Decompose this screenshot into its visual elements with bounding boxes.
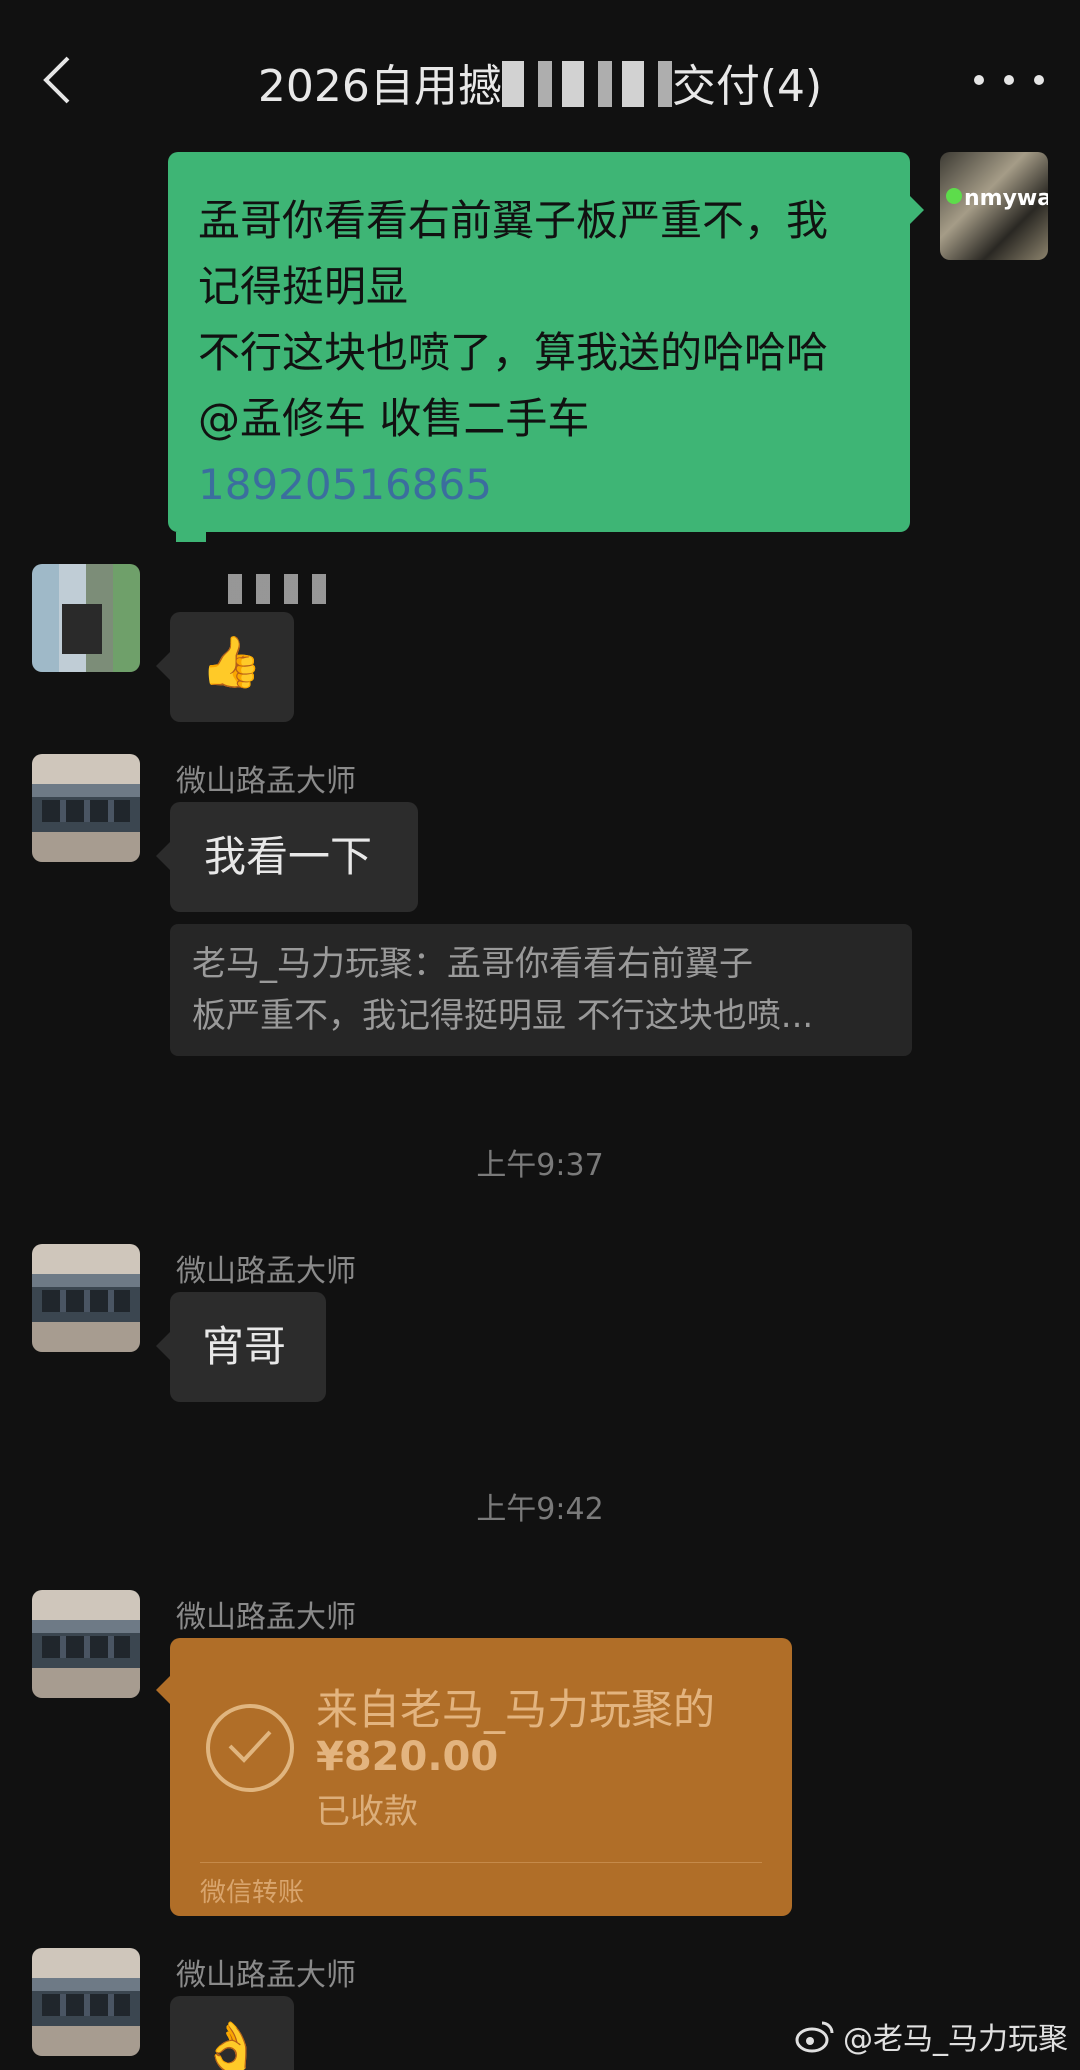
- self-avatar[interactable]: nmyway: [940, 152, 1048, 260]
- bubble-tail: [910, 196, 924, 224]
- weibo-watermark: @老马_马力玩聚: [795, 2014, 1068, 2058]
- emoji-message-bubble[interactable]: 👍: [170, 612, 294, 722]
- member-avatar[interactable]: [32, 754, 140, 862]
- title-redacted-block: [501, 61, 672, 107]
- thumbs-up-emoji: 👍: [200, 633, 263, 691]
- chat-title-suffix: 交付(4): [671, 61, 823, 112]
- sender-name: 微山路孟大师: [176, 1958, 356, 1993]
- more-dot-icon: [1004, 75, 1014, 85]
- sender-name-redacted: [228, 574, 338, 604]
- chat-title-prefix: 2026自用撼: [257, 61, 502, 112]
- sender-name: 微山路孟大师: [176, 764, 356, 799]
- text-message-bubble[interactable]: 我看一下: [170, 802, 418, 912]
- status-dot-icon: [946, 188, 962, 204]
- text-message-bubble[interactable]: 宵哥: [170, 1292, 326, 1402]
- bubble-edge: [176, 532, 206, 542]
- message-text: 我看一下: [204, 832, 373, 881]
- self-message-bubble[interactable]: 孟哥你看看右前翼子板严重不，我 记得挺明显 不行这块也喷了，算我送的哈哈哈 @孟…: [168, 152, 910, 532]
- bubble-tail: [156, 842, 170, 870]
- transfer-amount: ¥820.00: [316, 1734, 499, 1780]
- sender-name: 微山路孟大师: [176, 1254, 356, 1289]
- weibo-icon: [795, 2021, 834, 2053]
- member-avatar[interactable]: [32, 1948, 140, 2056]
- transfer-status: 已收款: [316, 1792, 418, 1832]
- member-avatar[interactable]: [32, 1590, 140, 1698]
- check-circle-icon: [206, 1704, 294, 1792]
- chat-header: 2026自用撼 交付(4): [0, 0, 1080, 150]
- phone-number-link[interactable]: 18920516865: [198, 460, 492, 509]
- ok-hand-emoji: 👌: [200, 2019, 263, 2070]
- bubble-tail: [156, 1676, 170, 1704]
- chat-title: 2026自用撼 交付(4): [0, 50, 1080, 114]
- emoji-message-bubble[interactable]: 👌: [170, 1996, 294, 2070]
- timestamp: 上午9:37: [476, 1148, 604, 1183]
- member-avatar[interactable]: [32, 1244, 140, 1352]
- more-dot-icon: [1034, 75, 1044, 85]
- quote-line: 老马_马力玩聚：孟哥你看看右前翼子: [192, 944, 753, 984]
- watermark-text: @老马_马力玩聚: [843, 2022, 1068, 2057]
- transfer-from: 来自老马_马力玩聚的: [316, 1685, 716, 1734]
- member-avatar[interactable]: [32, 564, 140, 672]
- bubble-tail: [156, 1332, 170, 1360]
- transfer-footer: 微信转账: [200, 1878, 305, 1908]
- quoted-message[interactable]: 老马_马力玩聚：孟哥你看看右前翼子 板严重不，我记得挺明显 不行这块也喷...: [170, 924, 912, 1056]
- message-text: 孟哥你看看右前翼子板严重不，我 记得挺明显 不行这块也喷了，算我送的哈哈哈 @孟…: [198, 196, 829, 443]
- transfer-card[interactable]: 来自老马_马力玩聚的 ¥820.00 已收款 微信转账: [170, 1638, 792, 1916]
- timestamp: 上午9:42: [476, 1492, 604, 1527]
- quote-line: 板严重不，我记得挺明显 不行这块也喷...: [192, 996, 814, 1036]
- card-divider: [200, 1862, 762, 1863]
- message-text: 宵哥: [202, 1322, 287, 1371]
- chat-screen: 2026自用撼 交付(4) nmyway 孟哥你看看右前翼子板严重不，我 记得挺明…: [0, 0, 1080, 2070]
- more-options-button[interactable]: [974, 58, 1044, 102]
- more-dot-icon: [974, 75, 984, 85]
- sender-name: 微山路孟大师: [176, 1600, 356, 1635]
- avatar-badge-text: nmyway: [964, 186, 1048, 211]
- bubble-tail: [156, 652, 170, 680]
